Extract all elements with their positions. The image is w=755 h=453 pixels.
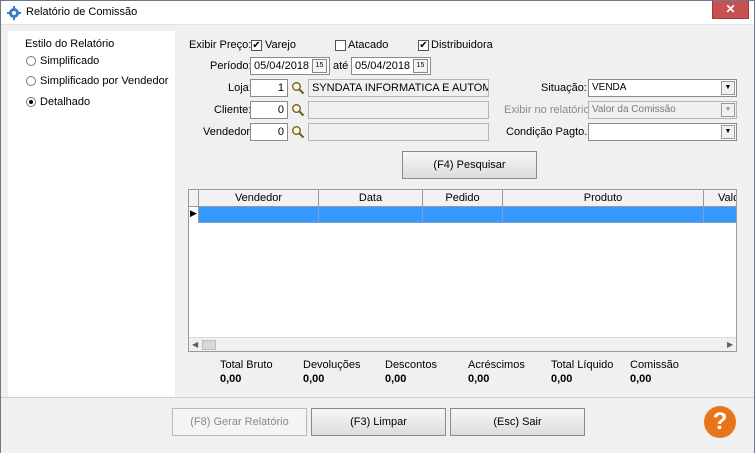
scrollbar-thumb[interactable] [202, 340, 216, 350]
gear-icon [7, 6, 21, 20]
chevron-down-icon: ▼ [721, 103, 735, 117]
seller-name-field [308, 123, 489, 141]
store-label: Loja: [228, 82, 252, 94]
period-label: Período: [210, 60, 252, 72]
grid-corner [189, 190, 199, 207]
search-icon[interactable] [291, 103, 305, 117]
store-code-field[interactable]: 1 [250, 79, 288, 97]
total-value: 0,00 [630, 373, 652, 385]
client-name-field [308, 101, 489, 119]
total-label: Total Bruto [220, 359, 273, 371]
column-header-data[interactable]: Data [319, 190, 423, 207]
total-value: 0,00 [303, 373, 325, 385]
payment-label: Condição Pagto.: [506, 126, 591, 138]
calendar-icon[interactable]: 15 [312, 59, 327, 73]
generate-report-button[interactable]: (F8) Gerar Relatório [172, 408, 307, 436]
table-row[interactable] [189, 207, 736, 223]
radio-button[interactable] [26, 76, 36, 86]
atacado-label: Atacado [348, 39, 389, 51]
row-indicator: ▶ [189, 207, 199, 223]
horizontal-scrollbar[interactable]: ◀ ▶ [189, 337, 736, 351]
client-code-field[interactable]: 0 [250, 101, 288, 119]
total-label: Descontos [385, 359, 437, 371]
total-value: 0,00 [220, 373, 242, 385]
distribuidora-checkbox[interactable]: ✔ [418, 40, 429, 51]
price-label: Exibir Preço: [189, 39, 252, 51]
radio-button[interactable] [26, 97, 36, 107]
radio-label: Detalhado [40, 96, 91, 108]
table-cell [503, 207, 704, 223]
scroll-left-icon[interactable]: ◀ [192, 340, 198, 349]
close-button[interactable]: ✕ [712, 1, 749, 19]
chevron-down-icon[interactable]: ▼ [721, 125, 735, 139]
table-cell [423, 207, 503, 223]
atacado-checkbox[interactable] [335, 40, 346, 51]
seller-code-field[interactable]: 0 [250, 123, 288, 141]
situation-value: VENDA [592, 82, 627, 93]
varejo-checkbox[interactable]: ✔ [251, 40, 262, 51]
search-button[interactable]: (F4) Pesquisar [402, 151, 537, 179]
situation-label: Situação: [541, 82, 587, 94]
clear-button[interactable]: (F3) Limpar [311, 408, 446, 436]
grid-header: Vendedor Data Pedido Produto Valo [189, 190, 736, 207]
period-to-label: até [333, 60, 349, 72]
title-bar: Relatório de Comissão ✕ [1, 1, 754, 25]
seller-code-value: 0 [277, 126, 284, 138]
report-style-heading: Estilo do Relatório [25, 38, 115, 50]
client-label: Cliente: [214, 104, 252, 116]
chevron-down-icon[interactable]: ▼ [721, 81, 735, 95]
radio-label: Simplificado por Vendedor [40, 75, 169, 87]
results-grid[interactable]: Vendedor Data Pedido Produto Valo ▶ ◀ ▶ [188, 189, 737, 352]
payment-select[interactable] [588, 123, 737, 141]
row-pointer-icon: ▶ [190, 208, 197, 218]
total-label: Acréscimos [468, 359, 525, 371]
exit-button[interactable]: (Esc) Sair [450, 408, 585, 436]
display-select: Valor da Comissão [588, 101, 737, 119]
window-title: Relatório de Comissão [26, 6, 138, 18]
total-label: Comissão [630, 359, 679, 371]
search-icon[interactable] [291, 81, 305, 95]
column-header-valor[interactable]: Valo [704, 190, 736, 207]
total-value: 0,00 [385, 373, 407, 385]
situation-select[interactable]: VENDA [588, 79, 737, 97]
total-label: Total Líquido [551, 359, 614, 371]
table-cell [189, 207, 319, 223]
store-name-field: SYNDATA INFORMATICA E AUTOMAC [308, 79, 489, 97]
help-icon[interactable]: ? [704, 406, 736, 438]
varejo-label: Varejo [265, 39, 296, 51]
period-start-value: 05/04/2018 [254, 60, 310, 72]
radio-label: Simplificado [40, 55, 100, 67]
seller-label: Vendedor: [203, 126, 254, 138]
display-value: Valor da Comissão [592, 104, 676, 115]
distribuidora-label: Distribuidora [431, 39, 493, 51]
report-window: Relatório de Comissão ✕ Estilo do Relató… [0, 0, 755, 453]
store-code-value: 1 [277, 82, 284, 94]
total-value: 0,00 [468, 373, 490, 385]
store-name-value: SYNDATA INFORMATICA E AUTOMAC [312, 82, 489, 94]
search-icon[interactable] [291, 125, 305, 139]
column-header-produto[interactable]: Produto [503, 190, 704, 207]
client-code-value: 0 [277, 104, 284, 116]
column-header-pedido[interactable]: Pedido [423, 190, 503, 207]
period-end-value: 05/04/2018 [355, 60, 411, 72]
scroll-right-icon[interactable]: ▶ [727, 340, 733, 349]
calendar-icon[interactable]: 15 [413, 59, 428, 73]
table-cell [319, 207, 423, 223]
radio-button[interactable] [26, 56, 36, 66]
total-value: 0,00 [551, 373, 573, 385]
column-header-vendedor[interactable]: Vendedor [199, 190, 319, 207]
display-label: Exibir no relatório: [504, 104, 593, 116]
total-label: Devoluções [303, 359, 361, 371]
